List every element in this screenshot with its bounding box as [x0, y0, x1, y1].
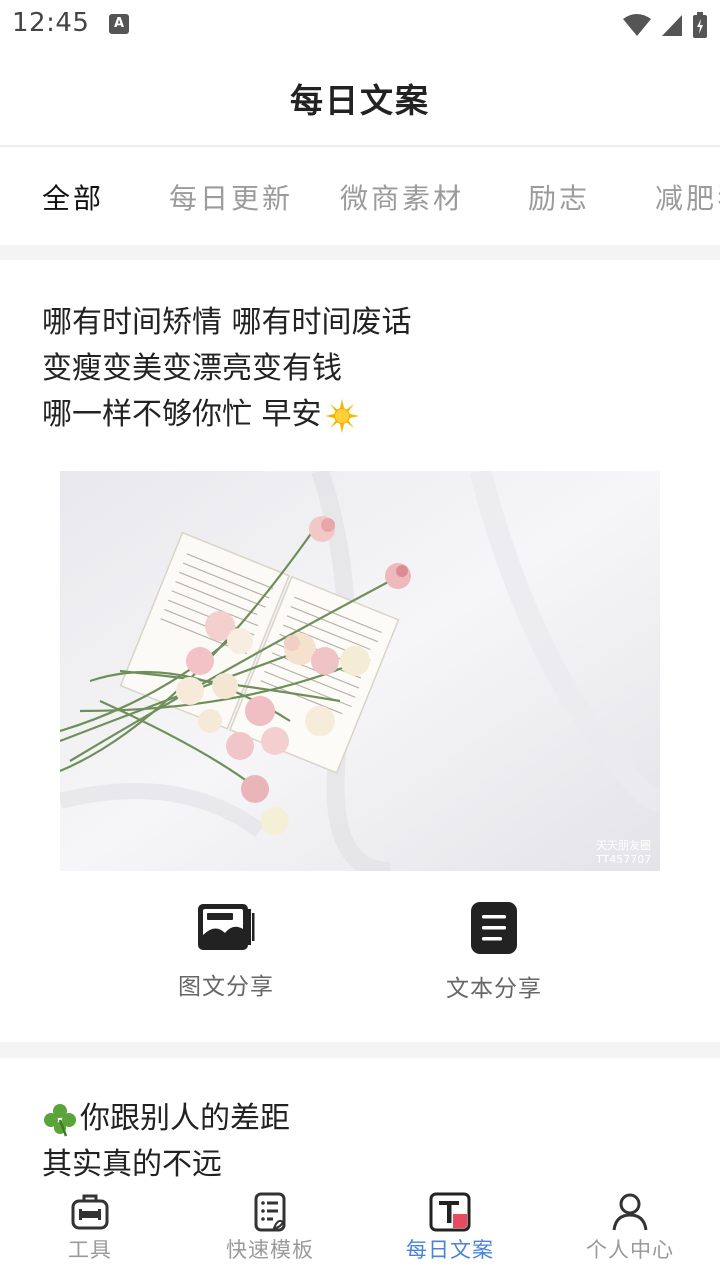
share-text-button[interactable]: 文本分享 [404, 901, 584, 1003]
status-bar: 12:45 A [0, 0, 720, 50]
status-icons [622, 10, 708, 40]
nav-quick-templates[interactable]: 快速模板 [200, 1192, 340, 1264]
battery-icon [693, 12, 707, 38]
post-text[interactable]: 你跟别人的差距 其实真的不远 [42, 1096, 290, 1180]
tab-wechat-material[interactable]: 微商素材 [340, 177, 464, 217]
daily-text-icon [429, 1192, 471, 1232]
image-share-icon [198, 904, 255, 950]
nav-label: 工具 [68, 1238, 112, 1262]
watermark-line: 天天朋友圈 [596, 838, 651, 852]
post-card: 你跟别人的差距 其实真的不远 [0, 1058, 720, 1180]
section-divider [0, 245, 720, 260]
text-share-icon [471, 902, 517, 954]
tab-inspiration[interactable]: 励志 [528, 177, 590, 217]
toolbox-icon [71, 1194, 109, 1230]
post-card: 哪有时间矫情 哪有时间废话 变瘦变美变漂亮变有钱 哪一样不够你忙 早安 天天朋友… [0, 260, 720, 1042]
nav-label: 个人中心 [586, 1238, 674, 1262]
notification-icon: A [109, 14, 129, 34]
bottom-nav: 工具 快速模板 每日文案 个人中心 [0, 1180, 720, 1280]
share-image-button[interactable]: 图文分享 [136, 901, 316, 1001]
sun-emoji-icon [324, 398, 359, 433]
post-line: 其实真的不远 [42, 1147, 222, 1180]
nav-label: 每日文案 [406, 1238, 494, 1262]
category-tabs: 全部 每日更新 微商素材 励志 减肥狂 [0, 149, 720, 245]
post-line: 变瘦变美变漂亮变有钱 [42, 351, 342, 386]
share-text-label: 文本分享 [446, 976, 542, 1002]
template-icon [254, 1192, 286, 1232]
tab-daily-update[interactable]: 每日更新 [169, 177, 293, 217]
signal-icon [662, 15, 682, 36]
post-image[interactable]: 天天朋友圈 TT457707 [60, 471, 660, 871]
post-line: 哪有时间矫情 哪有时间废话 [42, 305, 412, 340]
flowers-book-photo: 天天朋友圈 TT457707 [60, 471, 660, 871]
title-bar: 每日文案 [0, 50, 720, 147]
wifi-icon [623, 14, 651, 36]
clover-emoji-icon [44, 1103, 76, 1136]
watermark-line: TT457707 [595, 853, 651, 866]
nav-profile[interactable]: 个人中心 [560, 1192, 700, 1264]
post-line: 你跟别人的差距 [80, 1101, 290, 1136]
section-divider [0, 1042, 720, 1058]
status-time: 12:45 [12, 8, 90, 38]
tab-all[interactable]: 全部 [42, 177, 104, 217]
post-text[interactable]: 哪有时间矫情 哪有时间废话 变瘦变美变漂亮变有钱 哪一样不够你忙 早安 [42, 300, 412, 438]
nav-label: 快速模板 [226, 1238, 314, 1262]
nav-daily-copy[interactable]: 每日文案 [380, 1192, 520, 1264]
person-icon [612, 1193, 648, 1231]
post-line: 哪一样不够你忙 早安 [42, 397, 322, 432]
tab-weight-loss[interactable]: 减肥狂 [655, 177, 720, 217]
page-title: 每日文案 [290, 80, 430, 120]
nav-tools[interactable]: 工具 [20, 1192, 160, 1264]
share-image-label: 图文分享 [178, 974, 274, 1000]
